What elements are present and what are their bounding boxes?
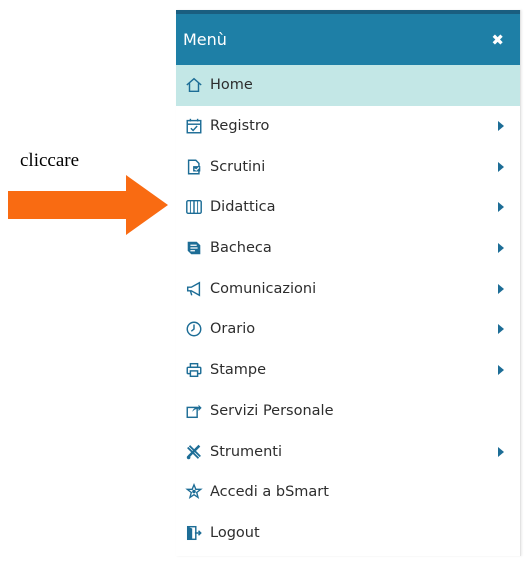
- menu-item-label: Servizi Personale: [210, 402, 334, 419]
- chevron-right-icon: [498, 202, 504, 213]
- bsmart-icon: [184, 482, 204, 502]
- megaphone-icon: [184, 279, 204, 299]
- chevron-right-icon: [498, 161, 504, 172]
- menu-item-label: Scrutini: [210, 158, 266, 175]
- scrutini-doc-icon: [184, 157, 204, 177]
- menu-item-label: Orario: [210, 321, 256, 338]
- chevron-right-icon: [498, 121, 504, 132]
- menu-item-label: Accedi a bSmart: [210, 484, 329, 501]
- menu-item-servizi-personale[interactable]: Servizi Personale: [176, 391, 520, 432]
- menu-item-label: Home: [210, 77, 253, 94]
- chevron-right-icon: [498, 243, 504, 254]
- menu-item-label: Logout: [210, 524, 260, 541]
- menu-item-logout[interactable]: Logout: [176, 513, 520, 554]
- menu-item-label: Registro: [210, 118, 270, 135]
- menu-item-label: Bacheca: [210, 240, 272, 257]
- chevron-right-icon: [498, 324, 504, 335]
- printer-icon: [184, 360, 204, 380]
- menu-item-registro[interactable]: Registro: [176, 106, 520, 147]
- menu-item-label: Stampe: [210, 362, 267, 379]
- logout-icon: [184, 523, 204, 543]
- menu-item-strumenti[interactable]: Strumenti: [176, 431, 520, 472]
- menu-item-comunicazioni[interactable]: Comunicazioni: [176, 268, 520, 309]
- calendar-check-icon: [184, 116, 204, 136]
- arrow-right-icon: [8, 175, 168, 235]
- menu-item-stampe[interactable]: Stampe: [176, 350, 520, 391]
- share-icon: [184, 401, 204, 421]
- annotation-label: cliccare: [20, 150, 80, 171]
- menu-item-label: Didattica: [210, 199, 276, 216]
- menu-item-accedi-bsmart[interactable]: Accedi a bSmart: [176, 472, 520, 513]
- tools-icon: [184, 442, 204, 462]
- menu-item-label: Comunicazioni: [210, 280, 317, 297]
- book-open-icon: [184, 197, 204, 217]
- menu-item-orario[interactable]: Orario: [176, 309, 520, 350]
- clock-icon: [184, 319, 204, 339]
- close-icon[interactable]: ✖: [491, 31, 504, 49]
- side-menu: Menù ✖ Home Registro Scrutini Didattica …: [176, 10, 521, 556]
- menu-item-label: Strumenti: [210, 443, 282, 460]
- menu-list: Home Registro Scrutini Didattica Bacheca…: [176, 65, 520, 553]
- home-icon: [184, 75, 204, 95]
- menu-title: Menù: [183, 30, 227, 49]
- menu-item-home[interactable]: Home: [176, 65, 520, 106]
- menu-item-bacheca[interactable]: Bacheca: [176, 228, 520, 269]
- chevron-right-icon: [498, 446, 504, 457]
- chevron-right-icon: [498, 283, 504, 294]
- menu-item-scrutini[interactable]: Scrutini: [176, 146, 520, 187]
- menu-header: Menù ✖: [176, 10, 520, 65]
- menu-item-didattica[interactable]: Didattica: [176, 187, 520, 228]
- chevron-right-icon: [498, 365, 504, 376]
- bacheca-icon: [184, 238, 204, 258]
